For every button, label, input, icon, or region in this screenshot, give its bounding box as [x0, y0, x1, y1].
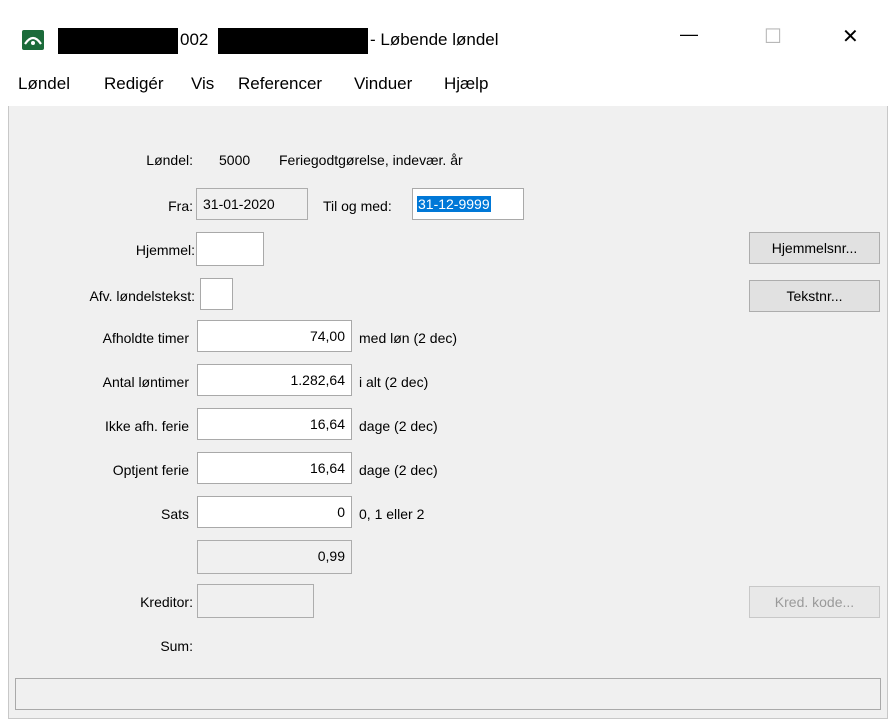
fra-field[interactable]: 31-01-2020 — [196, 188, 308, 220]
menu-vinduer[interactable]: Vinduer — [354, 74, 412, 94]
menu-hjaelp[interactable]: Hjælp — [444, 74, 488, 94]
menu-referencer[interactable]: Referencer — [238, 74, 322, 94]
sats-label: Sats — [160, 506, 189, 522]
computed-rate-field: 0,99 — [197, 540, 352, 574]
menu-loendel[interactable]: Løndel — [18, 74, 70, 94]
kred-kode-button: Kred. kode... — [749, 586, 880, 618]
afv-loendelstekst-label: Afv. løndelstekst: — [89, 288, 195, 304]
loendel-name: Feriegodtgørelse, indevær. år — [279, 152, 463, 168]
maximize-button[interactable]: ☐ — [764, 24, 782, 49]
tekstnr-button[interactable]: Tekstnr... — [749, 280, 880, 312]
kreditor-field[interactable] — [197, 584, 314, 618]
til-og-med-label: Til og med: — [323, 198, 392, 214]
menu-vis[interactable]: Vis — [191, 74, 214, 94]
app-icon — [22, 30, 44, 50]
sats-field[interactable]: 0 — [197, 496, 352, 528]
window-title-prefix: 002 — [180, 30, 209, 49]
status-bar — [15, 678, 881, 710]
kreditor-label: Kreditor: — [140, 594, 193, 610]
form-area: Løndel: 5000 Feriegodtgørelse, indevær. … — [8, 106, 888, 719]
window-title: - Løbende løndel — [370, 30, 499, 49]
fra-label: Fra: — [168, 198, 193, 214]
hjemmel-label: Hjemmel: — [135, 242, 195, 258]
menu-rediger[interactable]: Redigér — [104, 74, 164, 94]
afv-loendelstekst-field[interactable] — [200, 278, 233, 310]
afholdte-timer-hint: med løn (2 dec) — [359, 330, 458, 346]
afholdte-timer-label: Afholdte timer — [102, 330, 189, 346]
redacted-block — [218, 28, 368, 54]
optjent-ferie-field[interactable]: 16,64 — [197, 452, 352, 484]
menu-bar: Løndel Redigér Vis Referencer Vinduer Hj… — [8, 66, 888, 107]
antal-loentimer-label: Antal løntimer — [102, 374, 189, 390]
afholdte-timer-field[interactable]: 74,00 — [197, 320, 352, 352]
optjent-ferie-label: Optjent ferie — [112, 462, 189, 478]
hjemmel-field[interactable] — [196, 232, 264, 266]
loendel-label: Løndel: — [146, 152, 193, 168]
ikke-afh-ferie-hint: dage (2 dec) — [359, 418, 438, 434]
title-bar: 002 - Løbende løndel — ☐ ✕ — [8, 14, 888, 66]
sum-label: Sum: — [160, 638, 193, 654]
ikke-afh-ferie-label: Ikke afh. ferie — [104, 418, 189, 434]
optjent-ferie-hint: dage (2 dec) — [359, 462, 438, 478]
antal-loentimer-field[interactable]: 1.282,64 — [197, 364, 352, 396]
til-og-med-field[interactable]: 31-12-9999 — [412, 188, 524, 220]
til-og-med-selected-text: 31-12-9999 — [417, 196, 491, 212]
redacted-block — [58, 28, 178, 54]
sats-hint: 0, 1 eller 2 — [359, 506, 425, 522]
loendel-number: 5000 — [219, 152, 251, 168]
minimize-button[interactable]: — — [680, 24, 698, 45]
antal-loentimer-hint: i alt (2 dec) — [359, 374, 429, 390]
close-button[interactable]: ✕ — [842, 24, 859, 49]
ikke-afh-ferie-field[interactable]: 16,64 — [197, 408, 352, 440]
hjemmelsnr-button[interactable]: Hjemmelsnr... — [749, 232, 880, 264]
